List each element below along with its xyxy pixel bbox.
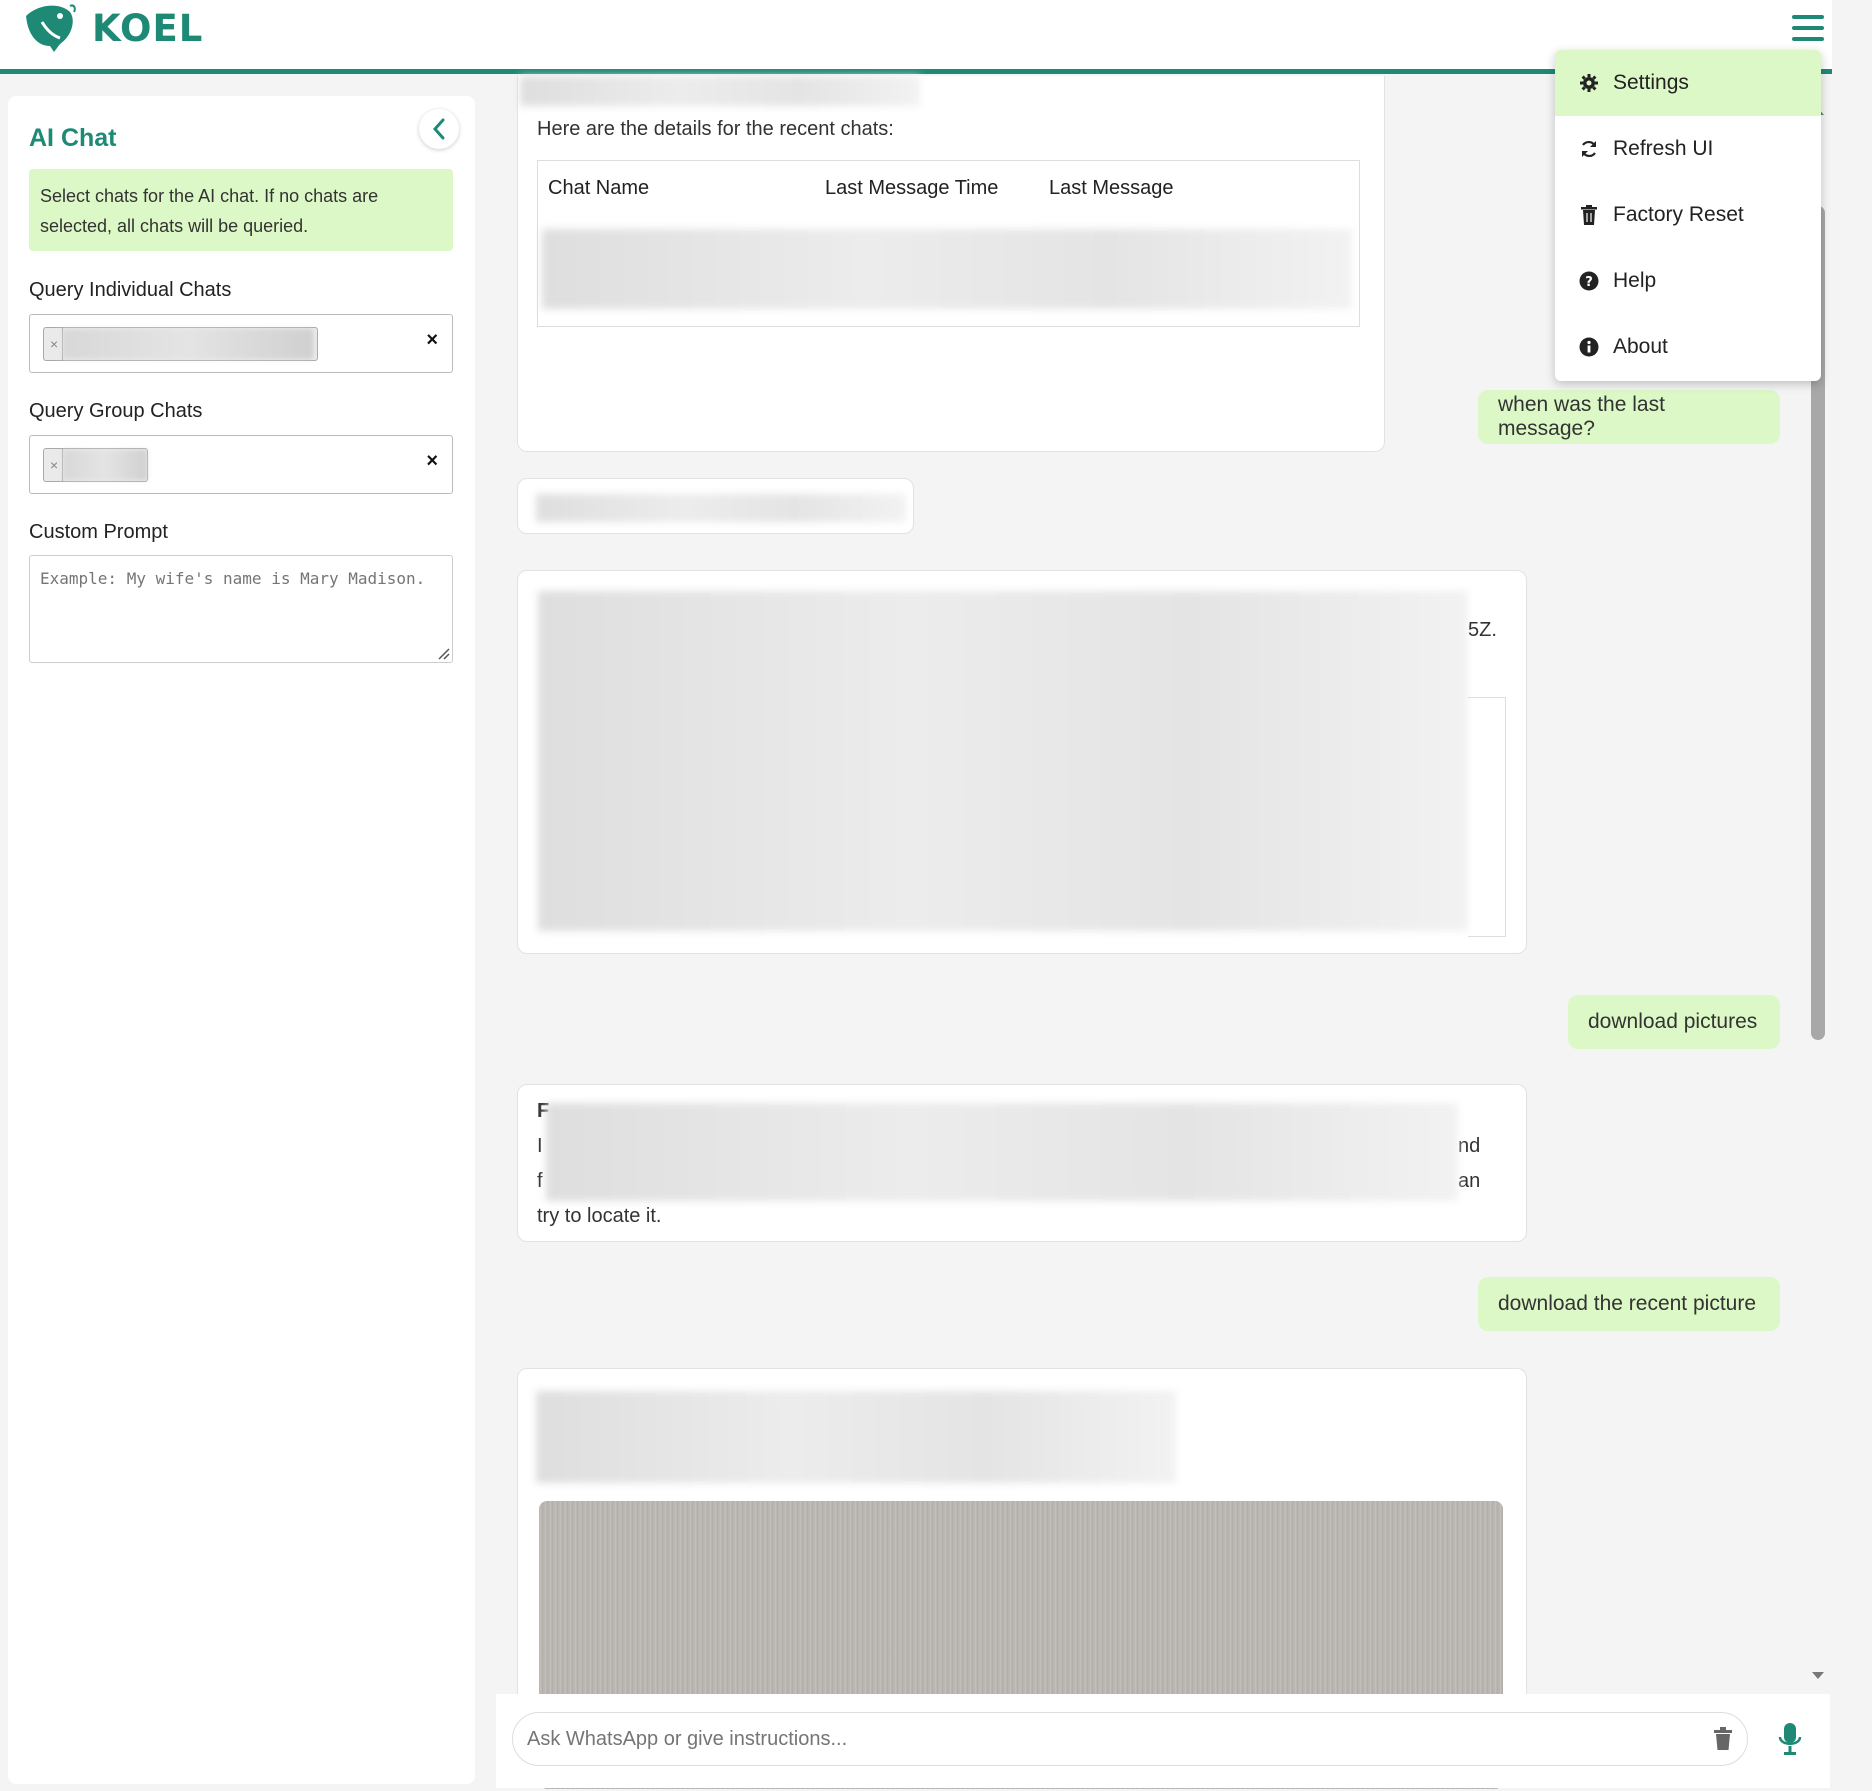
resize-grip-icon[interactable]: [436, 646, 450, 660]
individual-chats-label: Query Individual Chats: [29, 279, 232, 301]
sidebar-title: AI Chat: [29, 124, 117, 152]
scroll-down-arrow-icon[interactable]: [1811, 1671, 1825, 1681]
message-text: f: [537, 1170, 543, 1192]
table-header-chat-name: Chat Name: [548, 177, 650, 199]
menu-item-help[interactable]: ? Help: [1555, 248, 1821, 314]
clear-chat-trash-icon[interactable]: [1712, 1727, 1734, 1751]
message-text: I: [537, 1135, 543, 1157]
user-message: download the recent picture: [1478, 1277, 1780, 1331]
menu-item-refresh-ui[interactable]: Refresh UI: [1555, 116, 1821, 182]
svg-text:?: ?: [1585, 275, 1593, 290]
bot-message: [517, 478, 914, 534]
menu-item-label: Settings: [1613, 71, 1689, 94]
menu-item-label: Help: [1613, 269, 1657, 292]
hamburger-menu-icon[interactable]: [1792, 15, 1824, 43]
chat-input-bar: [496, 1694, 1830, 1788]
collapse-sidebar-button[interactable]: [419, 109, 459, 149]
question-icon: ?: [1579, 271, 1599, 291]
logo: KOEL: [20, 2, 203, 54]
brand-name: KOEL: [92, 6, 204, 50]
selected-group-chip: ×: [43, 448, 148, 482]
message-text: 5Z.: [1468, 619, 1497, 641]
table-row: [542, 229, 1352, 309]
menu-item-factory-reset[interactable]: Factory Reset: [1555, 182, 1821, 248]
message-text: an: [1458, 1170, 1481, 1192]
chip-remove-icon[interactable]: ×: [44, 449, 64, 481]
group-chats-label: Query Group Chats: [29, 400, 203, 422]
bot-message: F I f nd an try to locate it.: [517, 1084, 1527, 1242]
settings-dropdown-menu: Settings Refresh UI Factory Reset ? Help…: [1555, 50, 1821, 381]
chat-input[interactable]: [512, 1712, 1748, 1766]
chip-remove-icon[interactable]: ×: [44, 328, 64, 360]
message-text: try to locate it.: [537, 1205, 662, 1227]
table-header-last-message-time: Last Message Time: [825, 177, 999, 199]
user-message: download pictures: [1568, 995, 1780, 1049]
sidebar-info-box: Select chats for the AI chat. If no chat…: [29, 169, 453, 251]
group-chats-select[interactable]: × ×: [29, 435, 453, 494]
gear-icon: [1579, 73, 1599, 93]
menu-item-label: Refresh UI: [1613, 137, 1714, 160]
ai-chat-sidebar: AI Chat Select chats for the AI chat. If…: [8, 96, 475, 1784]
user-message: when was the last message?: [1478, 390, 1780, 444]
chevron-left-icon: [432, 118, 445, 140]
info-icon: [1579, 337, 1599, 357]
table-header-last-message: Last Message: [1049, 177, 1174, 199]
microphone-icon[interactable]: [1778, 1722, 1802, 1756]
clear-selection-icon[interactable]: ×: [426, 329, 438, 352]
app-root: KOEL AI Chat Select chats for the AI cha…: [0, 0, 1872, 1791]
recent-chats-table: Chat Name Last Message Time Last Message: [537, 160, 1360, 327]
menu-item-settings[interactable]: Settings: [1555, 50, 1821, 116]
clear-selection-icon[interactable]: ×: [426, 450, 438, 473]
trash-icon: [1579, 205, 1599, 225]
selected-chat-chip: ×: [43, 327, 318, 361]
individual-chats-select[interactable]: × ×: [29, 314, 453, 373]
menu-item-label: About: [1613, 335, 1668, 358]
bot-message: 5Z.: [517, 570, 1527, 954]
menu-item-label: Factory Reset: [1613, 203, 1744, 226]
menu-item-about[interactable]: About: [1555, 314, 1821, 380]
message-text: nd: [1458, 1135, 1481, 1157]
custom-prompt-field[interactable]: [29, 555, 453, 663]
custom-prompt-label: Custom Prompt: [29, 521, 168, 543]
bird-logo-icon: [26, 4, 76, 53]
bot-message: Here are the details for the recent chat…: [517, 76, 1385, 452]
table-edge: [1468, 697, 1506, 937]
message-text: Here are the details for the recent chat…: [537, 118, 894, 140]
refresh-icon: [1579, 139, 1599, 159]
